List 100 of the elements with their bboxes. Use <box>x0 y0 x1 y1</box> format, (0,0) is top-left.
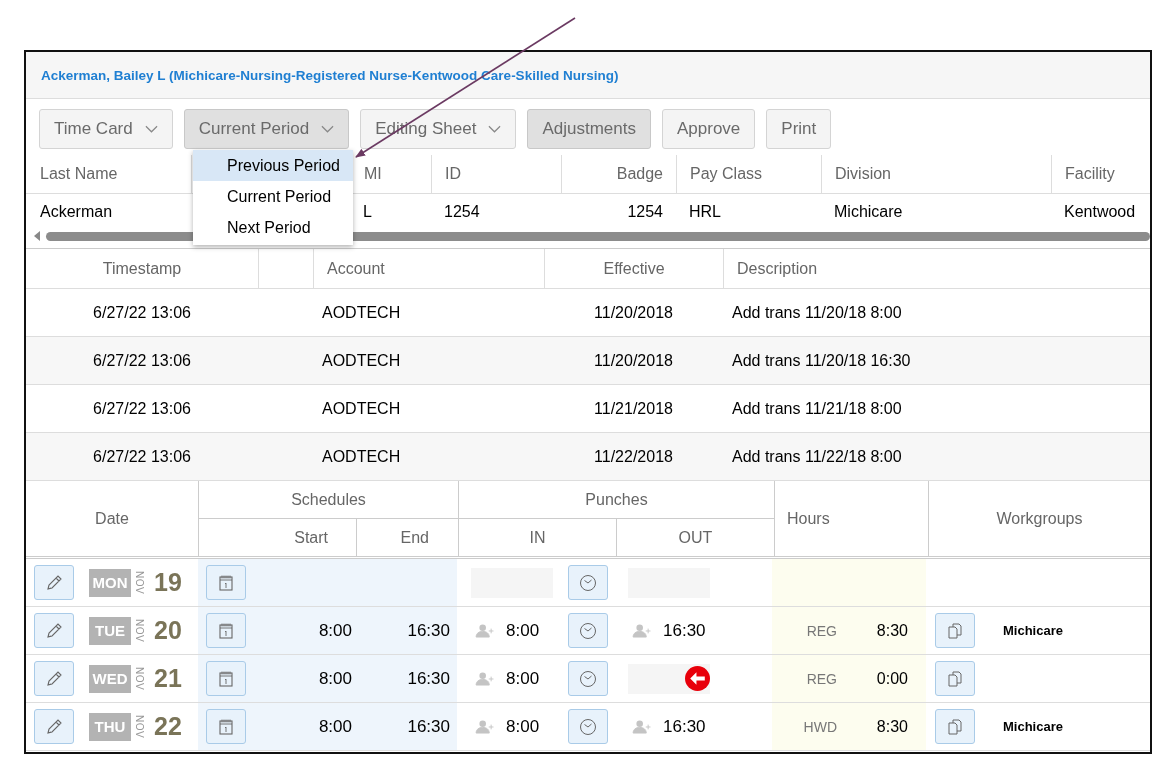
table-cell: Ackerman <box>40 203 113 221</box>
column-header: Last Name <box>40 165 118 183</box>
clock-button[interactable] <box>568 661 608 696</box>
clock-icon <box>578 716 598 737</box>
table-cell: AODTECH <box>322 303 401 322</box>
toolbar-button[interactable]: Print <box>766 109 832 149</box>
table-cell: Kentwood <box>1064 203 1136 221</box>
workgroup-button[interactable] <box>935 709 975 744</box>
menu-item[interactable]: Current Period <box>193 181 353 212</box>
column-header: Workgroups <box>996 509 1083 528</box>
column-header: Badge <box>616 165 663 183</box>
column-header: Description <box>737 259 818 278</box>
day-badge: WED <box>89 664 131 693</box>
schedule-button[interactable] <box>206 709 246 744</box>
copy-icon <box>945 668 965 689</box>
table-cell: AODTECH <box>322 351 401 370</box>
clock-icon <box>578 668 598 689</box>
table-cell: AODTECH <box>322 399 401 418</box>
day-badge: THU <box>89 712 131 741</box>
schedule-end: 16:30 <box>406 716 450 737</box>
column-header: IN <box>529 528 546 547</box>
table-cell: 11/20/2018 <box>594 303 673 322</box>
column-header: Pay Class <box>690 165 763 183</box>
scroll-left-icon[interactable] <box>34 231 40 241</box>
schedule-start: 8:00 <box>317 668 352 689</box>
menu-item[interactable]: Next Period <box>193 212 353 243</box>
column-header: Punches <box>585 490 648 509</box>
copy-icon <box>945 716 965 737</box>
punch-in-time: 8:00 <box>506 620 540 641</box>
schedule-end: 16:30 <box>406 620 450 641</box>
pay-code: HWD <box>802 718 837 735</box>
person-add-icon <box>475 671 496 686</box>
table-cell: 11/22/2018 <box>594 447 673 466</box>
table-cell: 11/20/2018 <box>594 351 673 370</box>
day-badge: TUE <box>89 616 131 645</box>
hours-value: 0:00 <box>875 669 908 688</box>
column-header: End <box>400 528 429 547</box>
punch-out-time: 16:30 <box>663 620 706 641</box>
clock-button[interactable] <box>568 613 608 648</box>
column-header: ID <box>445 165 461 183</box>
table-cell: 6/27/22 13:06 <box>93 447 191 466</box>
table-cell: Add trans 11/22/18 8:00 <box>732 447 902 466</box>
edit-button[interactable] <box>34 709 74 744</box>
pay-code: REG <box>805 622 837 639</box>
edit-button[interactable] <box>34 565 74 600</box>
menu-item[interactable]: Previous Period <box>193 150 353 181</box>
punch-out-time: 16:30 <box>663 716 706 737</box>
dropdown-button[interactable]: Current Period <box>183 109 350 149</box>
hours-value: 8:30 <box>875 621 908 640</box>
column-header: Effective <box>603 259 665 278</box>
table-cell: 1254 <box>444 203 480 221</box>
table-cell: Add trans 11/21/18 8:00 <box>732 399 902 418</box>
clock-icon <box>578 620 598 641</box>
table-cell: 11/21/2018 <box>594 399 673 418</box>
person-add-icon <box>632 719 653 734</box>
toolbar-button[interactable]: Approve <box>661 109 756 149</box>
edit-button[interactable] <box>34 613 74 648</box>
toolbar-button[interactable]: Adjustments <box>527 109 651 149</box>
clock-icon <box>578 572 598 593</box>
schedule-button[interactable] <box>206 661 246 696</box>
hours-value: 8:30 <box>875 717 908 736</box>
chevron-icon <box>321 125 335 133</box>
table-cell: Add trans 11/20/18 8:00 <box>732 303 902 322</box>
date-number: 21 <box>154 664 182 693</box>
workgroup-name: Michicare <box>1003 719 1063 734</box>
punch-in-time: 8:00 <box>506 668 540 689</box>
workgroup-button[interactable] <box>935 661 975 696</box>
schedule-button[interactable] <box>206 613 246 648</box>
punch-in-time: 8:00 <box>506 716 540 737</box>
date-number: 22 <box>154 712 182 741</box>
month-label: NOV <box>134 618 144 643</box>
column-header: Date <box>95 509 129 528</box>
column-header: Division <box>835 165 891 183</box>
table-cell: L <box>363 203 372 221</box>
table-cell: HRL <box>689 203 721 221</box>
schedule-button[interactable] <box>206 565 246 600</box>
day-badge: MON <box>89 568 131 597</box>
column-header: Account <box>327 259 385 278</box>
schedule-end: 16:30 <box>406 668 450 689</box>
month-label: NOV <box>134 714 144 739</box>
chevron-icon <box>488 125 502 133</box>
table-cell: AODTECH <box>322 447 401 466</box>
month-label: NOV <box>134 570 144 595</box>
workgroup-name: Michicare <box>1003 623 1063 638</box>
column-header: Hours <box>787 509 830 528</box>
workgroup-button[interactable] <box>935 613 975 648</box>
edit-button[interactable] <box>34 661 74 696</box>
schedule-start: 8:00 <box>317 716 352 737</box>
date-number: 20 <box>154 616 182 645</box>
date-number: 19 <box>154 568 182 597</box>
column-header: Facility <box>1065 165 1115 183</box>
column-header: Timestamp <box>102 259 182 278</box>
dropdown-button[interactable]: Time Card <box>39 109 173 149</box>
month-label: NOV <box>134 666 144 691</box>
clock-button[interactable] <box>568 709 608 744</box>
schedule-start: 8:00 <box>317 620 352 641</box>
clock-button[interactable] <box>568 565 608 600</box>
person-add-icon <box>475 719 496 734</box>
table-cell: 6/27/22 13:06 <box>93 399 191 418</box>
punch-out-field[interactable] <box>628 663 710 694</box>
